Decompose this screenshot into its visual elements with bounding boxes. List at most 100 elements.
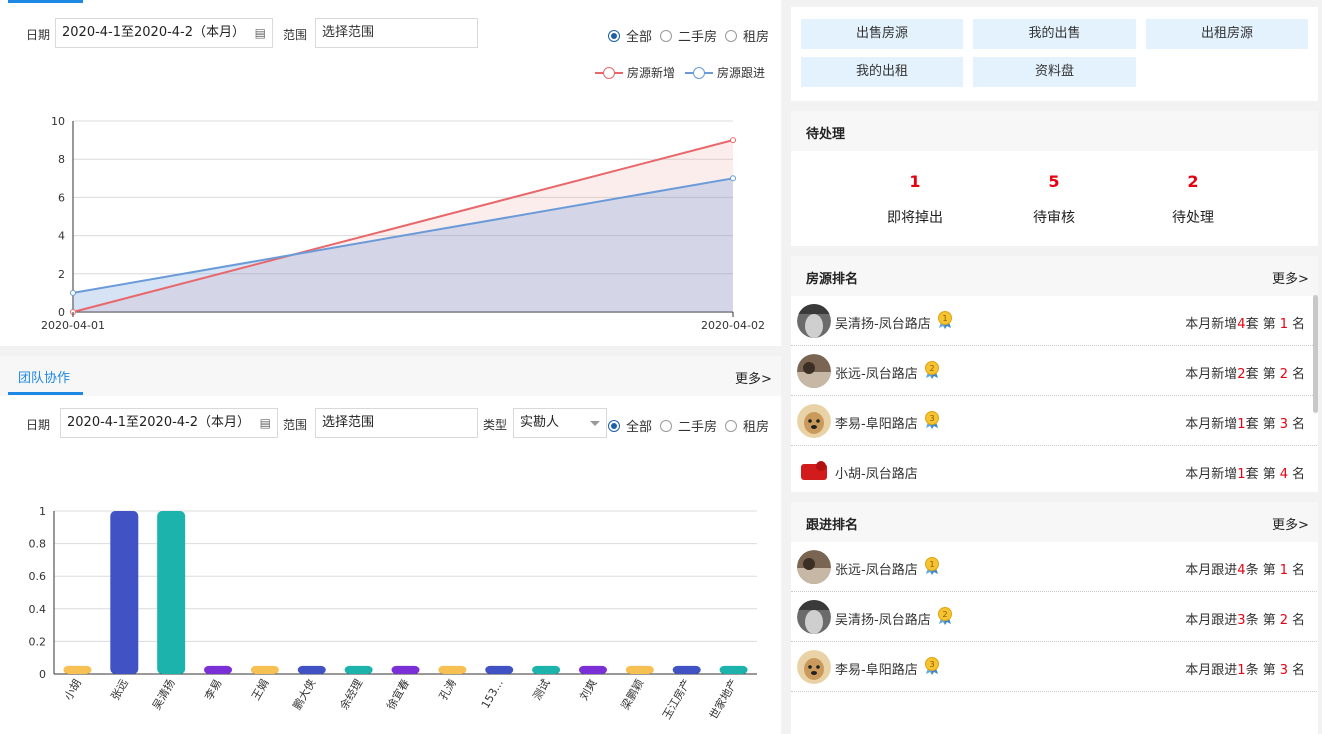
rank-stat-count: 4 <box>1237 563 1246 578</box>
rank-row[interactable]: 李易-阜阳路店 3 本月新增1套 第3名 <box>791 396 1318 446</box>
pending-panel: 待处理 1 即将掉出 5 待审核 2 待处理 <box>791 111 1318 246</box>
y-tick-label: 8 <box>58 153 65 166</box>
pending-label-review[interactable]: 待审核 <box>994 207 1114 227</box>
rank-stat-count: 2 <box>1237 367 1246 382</box>
bar <box>719 665 748 674</box>
y-tick-label: 10 <box>51 115 65 128</box>
y-tick-label: 1 <box>39 505 46 518</box>
bar <box>110 511 139 674</box>
rank-agent-name[interactable]: 李易-阜阳路店 <box>835 659 918 678</box>
medal-icon: 3 <box>924 411 940 429</box>
rank-stat-suffix: 名 <box>1291 367 1305 382</box>
listing-rank-panel: 房源排名 更多> 吴清扬-凤台路店 1 本月新增4套 第 1 名张远-凤台路店 2 本月新增… <box>791 256 1318 492</box>
medal-icon: 1 <box>924 557 940 575</box>
x-tick-label: 刘爽 <box>577 677 599 703</box>
y-tick-label: 2 <box>58 268 65 281</box>
my-sales-button[interactable]: 我的出售 <box>973 19 1136 49</box>
avatar <box>797 404 831 438</box>
data-pool-button[interactable]: 资料盘 <box>973 57 1136 87</box>
rank-row[interactable]: 吴清扬-凤台路店 1 本月新增4套 第1名 <box>791 296 1318 346</box>
pending-count-todo[interactable]: 2 <box>1133 172 1253 191</box>
pending-label-expiring[interactable]: 即将掉出 <box>855 207 975 227</box>
bar <box>485 665 514 674</box>
rank-stat-unit: 套 第 <box>1245 467 1276 482</box>
rank-agent-name[interactable]: 小胡-凤台路店 <box>835 463 918 482</box>
x-tick-label: 小胡 <box>61 677 84 703</box>
x-tick-label: 王娟 <box>248 677 271 703</box>
medal-icon: 2 <box>924 361 940 379</box>
rank-stat-suffix: 名 <box>1291 613 1305 628</box>
x-tick-label: 余经理 <box>337 677 366 713</box>
team-panel: 团队协作 更多> 日期 2020-4-1至2020-4-2（本月） ▤ 范围 选… <box>0 356 781 734</box>
rank-stat-position: 2 <box>1279 367 1288 382</box>
rank-stat-position: 3 <box>1279 663 1288 678</box>
rank-stat-position: 2 <box>1279 613 1288 628</box>
x-tick-label: 测试 <box>530 677 552 703</box>
avatar <box>797 650 831 684</box>
rank-stat-prefix: 本月跟进 <box>1185 663 1238 678</box>
rank-stat-suffix: 名 <box>1291 663 1305 678</box>
data-point <box>730 137 736 144</box>
pending-count-expiring[interactable]: 1 <box>855 172 975 191</box>
rank-agent-name[interactable]: 吴清扬-凤台路店 <box>835 609 931 628</box>
data-point <box>70 289 76 296</box>
sell-listings-button[interactable]: 出售房源 <box>801 19 963 49</box>
y-tick-label: 0 <box>39 668 46 681</box>
line-chart: 0 2 4 6 8 10 2020-04-01 2020-04-02 <box>41 115 765 332</box>
rank-stat-suffix: 名 <box>1291 467 1305 482</box>
rank-agent-name[interactable]: 张远-凤台路店 <box>835 363 918 382</box>
rank-stat-count: 1 <box>1237 417 1246 432</box>
rank-stat-suffix: 名 <box>1291 563 1305 578</box>
rank-stat-count: 1 <box>1237 663 1246 678</box>
x-tick-label: 玉江房产 <box>659 677 693 722</box>
rank-stat-prefix: 本月新增 <box>1185 367 1238 382</box>
y-tick-label: 0 <box>58 306 65 319</box>
rank-row[interactable]: 小胡-凤台路店 本月新增1套 第4名 <box>791 446 1318 492</box>
medal-rank-label: 3 <box>930 660 935 669</box>
follow-rank-header <box>791 502 1318 542</box>
rank-agent-name[interactable]: 张远-凤台路店 <box>835 559 918 578</box>
x-tick-label: 153... <box>479 677 506 711</box>
rank-agent-name[interactable]: 吴清扬-凤台路店 <box>835 313 931 332</box>
rank-stat-unit: 套 第 <box>1245 367 1276 382</box>
avatar <box>797 304 831 338</box>
x-tick-label: 李易 <box>202 677 225 703</box>
rank-stat-prefix: 本月新增 <box>1185 417 1238 432</box>
rent-listings-button[interactable]: 出租房源 <box>1146 19 1308 49</box>
rank-stat: 本月新增1套 第4名 <box>1185 463 1305 482</box>
avatar <box>797 354 831 388</box>
pending-count-review[interactable]: 5 <box>994 172 1114 191</box>
y-tick-label: 0.4 <box>29 603 47 616</box>
page-scrollbar[interactable] <box>1313 295 1318 413</box>
follow-rank-more-link[interactable]: 更多> <box>1272 514 1309 533</box>
x-tick-label: 孔涛 <box>436 677 459 703</box>
pending-label-todo[interactable]: 待处理 <box>1133 207 1253 227</box>
bar <box>204 665 233 674</box>
rank-stat: 本月跟进4条 第1名 <box>1185 559 1305 578</box>
avatar <box>797 550 831 584</box>
rank-stat-prefix: 本月跟进 <box>1185 613 1238 628</box>
rank-row[interactable]: 李易-阜阳路店 3 本月跟进1条 第3名 <box>791 642 1318 692</box>
listing-rank-more-link[interactable]: 更多> <box>1272 268 1309 287</box>
bar <box>672 665 701 674</box>
rank-agent-name[interactable]: 李易-阜阳路店 <box>835 413 918 432</box>
rank-row[interactable]: 吴清扬-凤台路店 2 本月跟进3条 第2名 <box>791 592 1318 642</box>
listing-rank-title: 房源排名 <box>806 272 859 287</box>
bar <box>344 665 373 674</box>
x-tick-label: 鹏大侠 <box>290 677 319 713</box>
rank-stat-position: 4 <box>1279 467 1288 482</box>
rank-stat-unit: 套 第 <box>1245 317 1276 332</box>
rank-stat: 本月新增1套 第3名 <box>1185 413 1305 432</box>
y-tick-label: 6 <box>58 191 65 204</box>
data-point <box>730 175 736 182</box>
medal-rank-label: 2 <box>943 610 948 619</box>
rank-stat: 本月跟进3条 第2名 <box>1185 609 1305 628</box>
my-rentals-button[interactable]: 我的出租 <box>801 57 963 87</box>
rank-row[interactable]: 张远-凤台路店 1 本月跟进4条 第1名 <box>791 542 1318 592</box>
rank-row[interactable]: 张远-凤台路店 2 本月新增2套 第2名 <box>791 346 1318 396</box>
bar <box>532 665 561 674</box>
rank-stat: 本月新增2套 第2名 <box>1185 363 1305 382</box>
rank-stat-suffix: 名 <box>1291 317 1305 332</box>
medal-rank-label: 3 <box>930 414 935 423</box>
y-tick-label: 0.6 <box>29 570 47 583</box>
